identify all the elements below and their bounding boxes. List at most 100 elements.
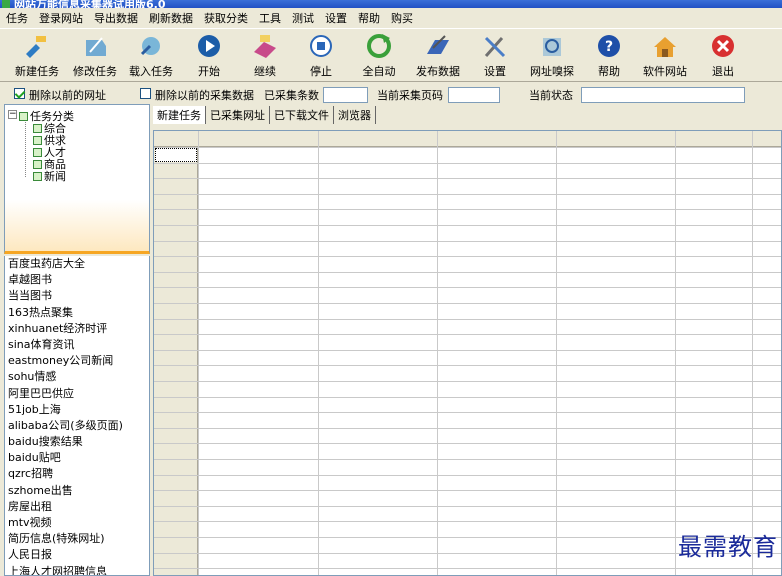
task-category-tree: − 任务分类 综合 供求 人才 商品 新闻 — [4, 104, 150, 254]
delete-prev-data-checkbox[interactable] — [140, 88, 151, 99]
menu-item[interactable]: 任务 — [6, 10, 28, 26]
tab[interactable]: 已下载文件 — [270, 106, 334, 124]
task-list-item[interactable]: 当当图书 — [5, 288, 149, 304]
tab-strip: 新建任务 已采集网址 已下载文件 浏览器 — [153, 106, 376, 124]
grid-row-header — [154, 131, 198, 575]
grid-row-line — [154, 443, 781, 444]
toolbar-button[interactable]: 停止 — [292, 32, 350, 80]
current-status-field[interactable] — [581, 87, 745, 103]
help-icon: ? — [598, 35, 620, 57]
toolbar-button-label: 退出 — [712, 65, 734, 78]
grid-row-line — [154, 412, 781, 413]
current-page-field[interactable] — [448, 87, 500, 103]
task-list-item[interactable]: sohu情感 — [5, 369, 149, 385]
grid-column-line — [198, 131, 199, 575]
grid-column-line — [556, 131, 557, 575]
grid-row-line — [154, 568, 781, 569]
collected-count-field[interactable] — [323, 87, 368, 103]
grid-current-cell[interactable] — [155, 148, 197, 162]
sniff-icon — [543, 38, 561, 56]
toolbar-button[interactable]: 开始 — [180, 32, 238, 80]
task-list-item[interactable]: 阿里巴巴供应 — [5, 386, 149, 402]
grid-row-line — [154, 163, 781, 164]
toolbar-button[interactable]: 继续 — [236, 32, 294, 80]
menu-item[interactable]: 设置 — [325, 10, 347, 26]
task-list-item[interactable]: sina体育资讯 — [5, 337, 149, 353]
toolbar: 新建任务 修改任务 载入任务 开始 继续 停止 全自动 发布数据 设置 网址嗅探? 帮助 软件网站 退出 — [0, 28, 782, 82]
tab[interactable]: 新建任务 — [153, 106, 206, 124]
tree-node[interactable]: 新闻 — [33, 168, 66, 184]
task-list-item[interactable]: 人民日报 — [5, 547, 149, 563]
grid-row-line — [154, 381, 781, 382]
task-list-item[interactable]: qzrc招聘 — [5, 466, 149, 482]
task-list-item[interactable]: xinhuanet经济时评 — [5, 321, 149, 337]
tab[interactable]: 已采集网址 — [206, 106, 270, 124]
menu-item[interactable]: 导出数据 — [94, 10, 138, 26]
grid-row-line — [154, 319, 781, 320]
stop-icon — [310, 35, 332, 57]
grid-row-line — [154, 365, 781, 366]
publish-icon — [427, 35, 449, 54]
title-bar: 网站万能信息采集器试用版6.0 — [0, 0, 782, 8]
toolbar-button[interactable]: 发布数据 — [409, 32, 467, 80]
toolbar-button-label: 修改任务 — [73, 65, 117, 78]
menu-item[interactable]: 工具 — [259, 10, 281, 26]
grid-row-line — [154, 506, 781, 507]
toolbar-button[interactable]: 网址嗅探 — [523, 32, 581, 80]
grid-row-line — [154, 194, 781, 195]
toolbar-button-label: 停止 — [310, 65, 332, 78]
collapse-icon[interactable]: − — [8, 110, 17, 119]
task-list-item[interactable]: 百度虫药店大全 — [5, 256, 149, 272]
menu-item[interactable]: 登录网站 — [39, 10, 83, 26]
task-list: 百度虫药店大全 卓越图书 当当图书 163热点聚集 xinhuanet经济时评 sina体… — [4, 256, 150, 576]
menu-item[interactable]: 获取分类 — [204, 10, 248, 26]
task-list-item[interactable]: eastmoney公司新闻 — [5, 353, 149, 369]
grid-column-line — [437, 131, 438, 575]
toolbar-button[interactable]: 退出 — [694, 32, 752, 80]
toolbar-button[interactable]: 全自动 — [350, 32, 408, 80]
window-title: 网站万能信息采集器试用版6.0 — [14, 0, 166, 8]
tools-icon — [484, 36, 506, 58]
grid-row-line — [154, 334, 781, 335]
task-list-item[interactable]: baidu搜索结果 — [5, 434, 149, 450]
toolbar-button-label: 帮助 — [598, 65, 620, 78]
data-grid[interactable] — [153, 130, 782, 576]
menu-item[interactable]: 帮助 — [358, 10, 380, 26]
toolbar-button[interactable]: ? 帮助 — [580, 32, 638, 80]
task-list-item[interactable]: 163热点聚集 — [5, 305, 149, 321]
task-list-item[interactable]: alibaba公司(多级页面) — [5, 418, 149, 434]
toolbar-button[interactable]: 设置 — [466, 32, 524, 80]
task-list-item[interactable]: 卓越图书 — [5, 272, 149, 288]
task-list-item[interactable]: szhome出售 — [5, 483, 149, 499]
current-page-label: 当前采集页码 — [377, 89, 443, 102]
task-list-item[interactable]: 简历信息(特殊网址) — [5, 531, 149, 547]
toolbar-button[interactable]: 新建任务 — [8, 32, 66, 80]
toolbar-button[interactable]: 载入任务 — [122, 32, 180, 80]
menu-item[interactable]: 刷新数据 — [149, 10, 193, 26]
task-list-item[interactable]: 房屋出租 — [5, 499, 149, 515]
toolbar-button[interactable]: 修改任务 — [66, 32, 124, 80]
grid-row-line — [154, 397, 781, 398]
grid-row-line — [154, 241, 781, 242]
task-list-item[interactable]: mtv视频 — [5, 515, 149, 531]
options-bar: 删除以前的网址 删除以前的采集数据 已采集条数 当前采集页码 当前状态 — [0, 84, 782, 104]
refresh-icon — [367, 34, 391, 58]
tab[interactable]: 浏览器 — [334, 106, 376, 124]
grid-row-line — [154, 521, 781, 522]
menu-item[interactable]: 购买 — [391, 10, 413, 26]
toolbar-button[interactable]: 软件网站 — [636, 32, 694, 80]
toolbar-button-label: 新建任务 — [15, 65, 59, 78]
menu-bar: 任务 登录网站 导出数据 刷新数据 获取分类 工具 测试 设置 帮助 购买 — [0, 8, 782, 28]
delete-prev-data-label: 删除以前的采集数据 — [155, 89, 254, 102]
task-list-item[interactable]: 51job上海 — [5, 402, 149, 418]
toolbar-button-label: 载入任务 — [129, 65, 173, 78]
task-list-item[interactable]: baidu贴吧 — [5, 450, 149, 466]
grid-row-line — [154, 209, 781, 210]
delete-prev-url-checkbox[interactable] — [14, 88, 25, 99]
menu-item[interactable]: 测试 — [292, 10, 314, 26]
new-task-icon — [26, 36, 46, 58]
task-list-item[interactable]: 上海人才网招聘信息 — [5, 564, 149, 575]
toolbar-button-label: 全自动 — [362, 65, 396, 78]
grid-column-line — [752, 131, 753, 575]
toolbar-button-label: 开始 — [198, 65, 220, 78]
